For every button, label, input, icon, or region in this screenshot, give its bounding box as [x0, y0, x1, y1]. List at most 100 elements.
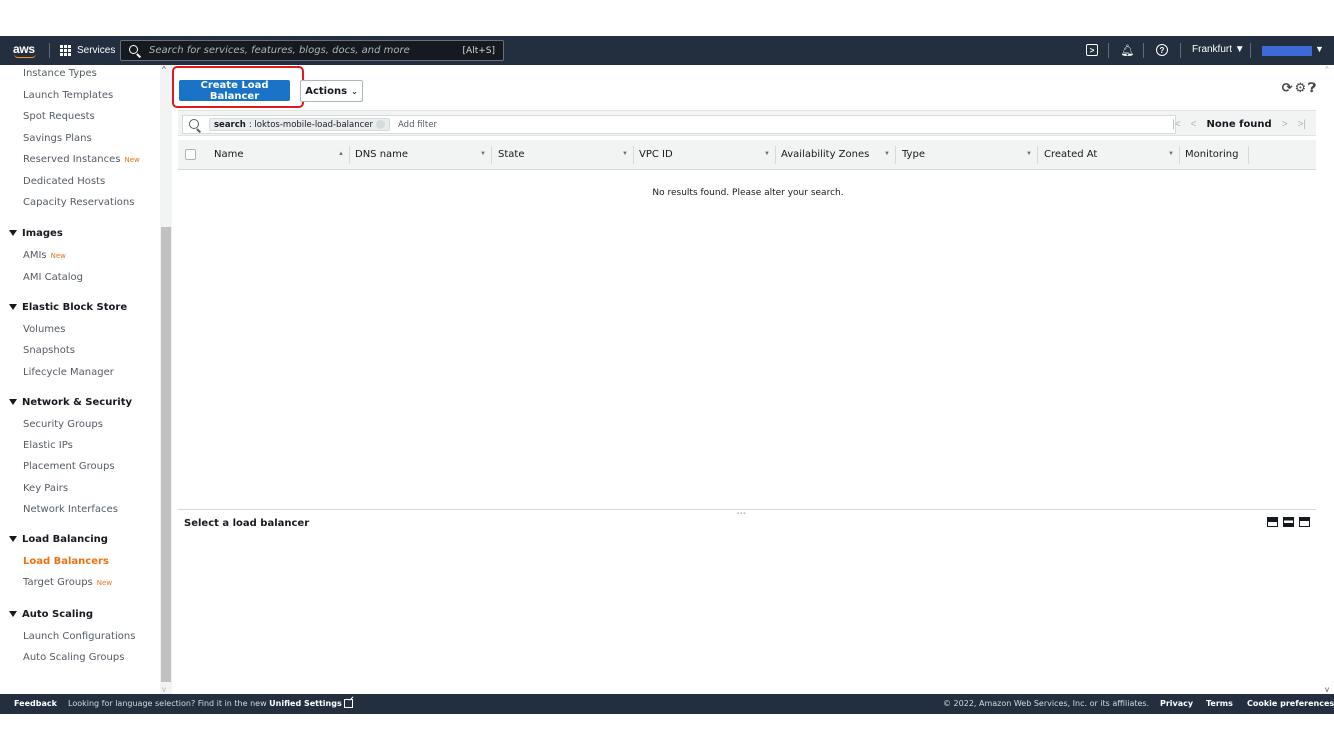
- sort-ascending-icon[interactable]: ▲: [338, 151, 344, 157]
- layout-split-half-icon[interactable]: [1283, 517, 1294, 527]
- refresh-icon[interactable]: ⟳: [1282, 80, 1293, 96]
- column-header-created-at[interactable]: Created At: [1044, 149, 1097, 160]
- filter-input-box[interactable]: search : loktos-mobile-load-balancer Add…: [182, 115, 1176, 134]
- services-label: Services: [77, 45, 116, 56]
- column-separator[interactable]: [775, 146, 776, 164]
- column-separator[interactable]: [1037, 146, 1038, 164]
- select-all-checkbox[interactable]: [185, 149, 196, 160]
- sidebar-section-network-security[interactable]: Network & Security: [9, 397, 132, 408]
- sort-icon[interactable]: ▼: [764, 151, 770, 157]
- sidebar-item-network-interfaces[interactable]: Network Interfaces: [23, 504, 118, 515]
- column-header-name[interactable]: Name: [214, 149, 244, 160]
- feedback-link[interactable]: Feedback: [14, 699, 57, 708]
- chevron-down-icon[interactable]: ▼: [1315, 44, 1324, 54]
- sidebar-section-load-balancing[interactable]: Load Balancing: [9, 534, 108, 545]
- global-search-box[interactable]: [Alt+S]: [120, 40, 504, 61]
- add-filter-input[interactable]: Add filter: [398, 120, 437, 130]
- sidebar-section-auto-scaling[interactable]: Auto Scaling: [9, 609, 93, 620]
- column-header-monitoring[interactable]: Monitoring: [1185, 149, 1238, 160]
- help-icon[interactable]: ?: [1156, 44, 1168, 56]
- column-separator[interactable]: [1248, 146, 1249, 164]
- column-header-availability-zones[interactable]: Availability Zones: [781, 149, 869, 160]
- scroll-down-icon[interactable]: v: [1325, 685, 1329, 694]
- sort-icon[interactable]: ▼: [884, 151, 890, 157]
- sidebar-item-load-balancers[interactable]: Load Balancers: [23, 556, 109, 567]
- resize-handle-icon[interactable]: ▪▪▪: [737, 511, 746, 517]
- sort-icon[interactable]: ▼: [622, 151, 628, 157]
- column-separator[interactable]: [633, 146, 634, 164]
- column-separator[interactable]: [349, 146, 350, 164]
- create-load-balancer-button[interactable]: Create Load Balancer: [179, 80, 290, 102]
- account-menu[interactable]: [1262, 46, 1312, 56]
- sidebar-item-target-groups[interactable]: Target Groups New: [23, 577, 112, 588]
- caret-down-icon: [9, 611, 17, 617]
- cloudshell-icon[interactable]: >: [1086, 44, 1098, 56]
- aws-logo[interactable]: aws: [13, 42, 39, 59]
- sidebar-item-launch-templates[interactable]: Launch Templates: [23, 90, 113, 101]
- unified-settings-link[interactable]: Unified Settings: [269, 699, 342, 708]
- layout-split-top-icon[interactable]: [1299, 517, 1310, 527]
- scrollbar-thumb[interactable]: [161, 227, 171, 682]
- grid-icon: [60, 45, 71, 56]
- help-icon[interactable]: ❓︎: [1308, 80, 1316, 96]
- last-page-icon[interactable]: >|: [1298, 119, 1306, 130]
- aws-smile-icon: [14, 54, 36, 58]
- sidebar-item-launch-configurations[interactable]: Launch Configurations: [23, 631, 135, 642]
- sidebar-item-amis[interactable]: AMIs New: [23, 250, 66, 261]
- sidebar-item-key-pairs[interactable]: Key Pairs: [23, 483, 68, 494]
- sidebar-item-security-groups[interactable]: Security Groups: [23, 419, 103, 430]
- sidebar-item-volumes[interactable]: Volumes: [23, 324, 65, 335]
- sidebar-item-capacity-reservations[interactable]: Capacity Reservations: [23, 197, 134, 208]
- actions-button[interactable]: Actions ⌄: [300, 80, 363, 102]
- sort-icon[interactable]: ▼: [1168, 151, 1174, 157]
- sidebar-item-auto-scaling-groups[interactable]: Auto Scaling Groups: [23, 652, 124, 663]
- layout-split-bottom-icon[interactable]: [1267, 517, 1278, 527]
- sidebar-item-reserved-instances[interactable]: Reserved Instances New: [23, 154, 140, 165]
- column-header-vpc-id[interactable]: VPC ID: [639, 149, 673, 160]
- sidebar-item-savings-plans[interactable]: Savings Plans: [23, 133, 92, 144]
- sidebar-item-placement-groups[interactable]: Placement Groups: [23, 461, 115, 472]
- scroll-down-icon[interactable]: v: [162, 685, 166, 694]
- column-header-type[interactable]: Type: [902, 149, 925, 160]
- privacy-link[interactable]: Privacy: [1160, 699, 1193, 708]
- sidebar-item-spot-requests[interactable]: Spot Requests: [23, 111, 95, 122]
- previous-page-icon[interactable]: <: [1191, 119, 1197, 130]
- filter-token-value: : loktos-mobile-load-balancer: [248, 119, 374, 130]
- sidebar-scrollbar[interactable]: ^ v: [160, 65, 172, 694]
- bell-icon[interactable]: 🔔︎: [1120, 43, 1135, 58]
- filter-token[interactable]: search : loktos-mobile-load-balancer: [209, 118, 391, 131]
- services-menu-button[interactable]: Services: [60, 42, 115, 59]
- column-header-state[interactable]: State: [498, 149, 524, 160]
- caret-down-icon: [9, 536, 17, 542]
- nav-divider: [1143, 43, 1144, 58]
- sidebar-item-snapshots[interactable]: Snapshots: [23, 345, 75, 356]
- region-selector[interactable]: Frankfurt ▼: [1192, 44, 1245, 55]
- sidebar-item-instance-types[interactable]: Instance Types: [23, 68, 97, 79]
- gear-icon[interactable]: ⚙: [1295, 80, 1307, 96]
- sidebar-item-ami-catalog[interactable]: AMI Catalog: [23, 272, 83, 283]
- column-separator[interactable]: [895, 146, 896, 164]
- sort-icon[interactable]: ▼: [480, 151, 486, 157]
- sort-icon[interactable]: ▼: [1026, 151, 1032, 157]
- first-page-icon[interactable]: |<: [1172, 119, 1180, 130]
- scroll-up-icon[interactable]: ^: [162, 65, 166, 74]
- cookie-preferences-link[interactable]: Cookie preferences: [1247, 699, 1334, 708]
- column-separator[interactable]: [491, 146, 492, 164]
- main-scrollbar[interactable]: ^ v: [1324, 65, 1334, 694]
- actions-label: Actions: [305, 85, 348, 97]
- sidebar-section-images[interactable]: Images: [9, 228, 63, 239]
- scroll-up-icon[interactable]: ^: [1325, 65, 1329, 74]
- top-navigation-bar: aws Services [Alt+S] > 🔔︎ ? Frankfurt ▼ …: [0, 36, 1334, 65]
- terms-link[interactable]: Terms: [1206, 699, 1233, 708]
- close-icon[interactable]: [376, 120, 386, 129]
- sidebar-item-elastic-ips[interactable]: Elastic IPs: [23, 440, 73, 451]
- next-page-icon[interactable]: >: [1282, 119, 1288, 130]
- nav-divider: [1180, 43, 1181, 58]
- sidebar-item-lifecycle-manager[interactable]: Lifecycle Manager: [23, 367, 114, 378]
- column-separator[interactable]: [1179, 146, 1180, 164]
- column-header-dns-name[interactable]: DNS name: [355, 149, 408, 160]
- sidebar-item-label: Reserved Instances: [23, 154, 121, 165]
- sidebar-section-elastic-block-store[interactable]: Elastic Block Store: [9, 302, 127, 313]
- global-search-input[interactable]: [149, 45, 463, 56]
- sidebar-item-dedicated-hosts[interactable]: Dedicated Hosts: [23, 176, 105, 187]
